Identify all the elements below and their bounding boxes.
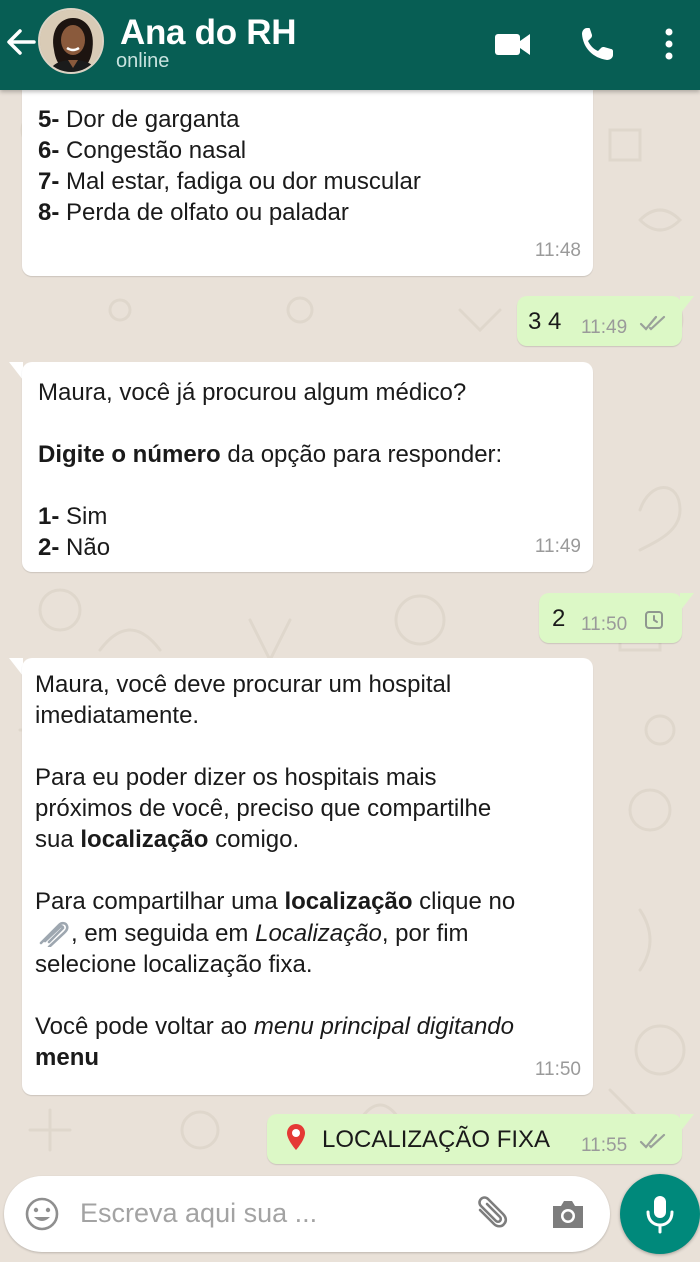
chat-header: Ana do RH online <box>0 0 700 90</box>
list-item: 6- Congestão nasal <box>38 137 247 164</box>
bubble-tail <box>9 658 23 676</box>
microphone-icon <box>646 1196 674 1234</box>
read-double-check-icon <box>639 1133 666 1149</box>
avatar-photo <box>40 10 102 72</box>
bubble-tail <box>680 296 694 314</box>
message-text: Maura, você deve procurar um hospital im… <box>35 671 516 1071</box>
message-input[interactable]: Escreva aqui sua ... <box>80 1198 317 1229</box>
microphone-button[interactable] <box>620 1174 700 1254</box>
message-time: 11:50 <box>581 614 628 635</box>
attach-clip-icon[interactable] <box>472 1194 512 1234</box>
contact-name[interactable]: Ana do RH <box>120 13 296 53</box>
list-item: 2- Não <box>38 534 111 561</box>
message-bubble-outgoing[interactable]: 2 11:50 <box>539 593 682 643</box>
message-bubble-incoming[interactable]: Maura, você já procurou algum médico? Di… <box>22 362 593 572</box>
list-item: 1- Sim <box>38 503 108 530</box>
message-composer[interactable]: Escreva aqui sua ... <box>4 1176 610 1252</box>
bubble-tail <box>9 362 23 380</box>
emoji-icon[interactable] <box>24 1196 60 1232</box>
message-time: 11:55 <box>581 1135 628 1156</box>
message-time: 11:49 <box>534 536 581 557</box>
camera-icon[interactable] <box>549 1196 587 1232</box>
contact-status: online <box>116 50 170 72</box>
back-arrow-icon[interactable] <box>4 22 38 62</box>
video-call-icon[interactable] <box>493 24 533 64</box>
list-item: 8- Perda de olfato ou paladar <box>38 199 349 226</box>
message-bubble-incoming[interactable]: Maura, você deve procurar um hospital im… <box>22 658 593 1095</box>
bubble-tail <box>680 1114 694 1132</box>
bubble-tail <box>680 593 694 611</box>
contact-avatar[interactable] <box>38 8 104 74</box>
read-double-check-icon <box>639 315 666 331</box>
attach-clip-icon <box>39 921 69 949</box>
message-bubble-outgoing[interactable]: 3 4 11:49 <box>517 296 682 346</box>
message-time: 11:48 <box>534 240 581 261</box>
message-time: 11:49 <box>581 317 628 338</box>
phone-icon[interactable] <box>578 24 616 64</box>
message-bubble-incoming[interactable]: 5- Dor de garganta 6- Congestão nasal 7-… <box>22 90 593 276</box>
message-text: Maura, você já procurou algum médico? Di… <box>38 377 578 563</box>
message-text: 2 <box>552 605 566 632</box>
message-text: LOCALIZAÇÃO FIXA <box>322 1126 551 1153</box>
more-vert-icon[interactable] <box>660 24 678 64</box>
message-bubble-outgoing[interactable]: LOCALIZAÇÃO FIXA 11:55 <box>267 1114 682 1164</box>
list-item: 7- Mal estar, fadiga ou dor muscular <box>38 168 421 195</box>
pending-clock-icon <box>645 611 663 629</box>
location-pin-icon <box>287 1124 305 1150</box>
message-text: 3 4 <box>528 308 562 335</box>
message-time: 11:50 <box>534 1059 581 1080</box>
message-text: 5- Dor de garganta 6- Congestão nasal 7-… <box>38 104 421 228</box>
message-list[interactable]: 5- Dor de garganta 6- Congestão nasal 7-… <box>0 90 700 1172</box>
list-item: 5- Dor de garganta <box>38 106 240 133</box>
